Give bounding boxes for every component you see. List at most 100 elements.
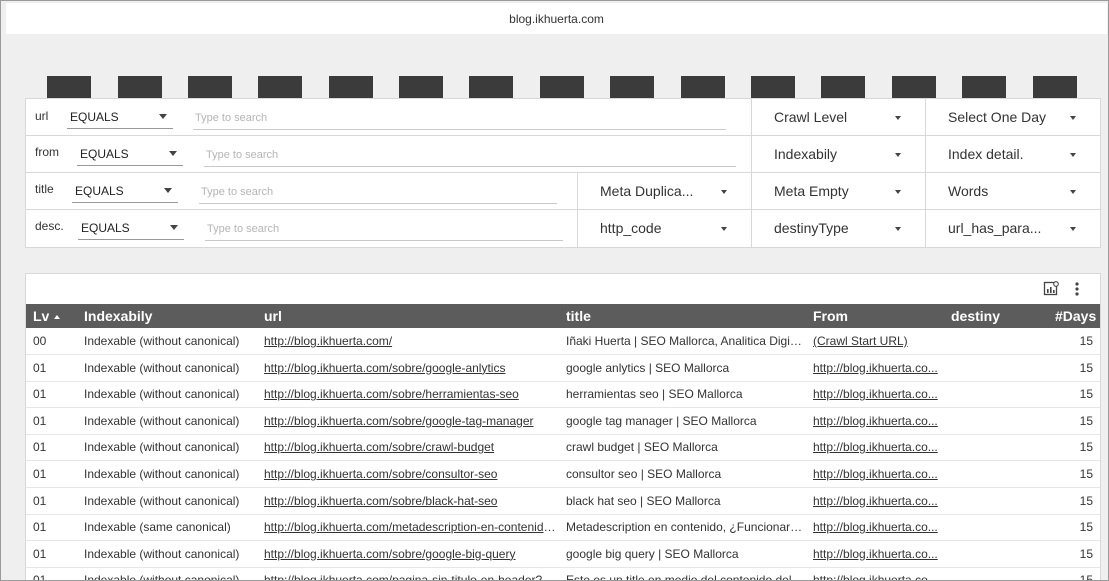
tab-2[interactable] [118,76,162,98]
table-row[interactable]: 01 Indexable (without canonical) http://bl… [26,541,1100,568]
cell-url[interactable]: http://blog.ikhuerta.com/sobre/google-ta… [264,414,556,428]
cell-url[interactable]: http://blog.ikhuerta.com/metadescription… [264,520,556,534]
column-header-destiny[interactable]: destiny [951,308,1000,324]
tab-7[interactable] [469,76,513,98]
tab-9[interactable] [610,76,654,98]
column-header-from[interactable]: From [813,308,848,324]
words-dropdown[interactable]: Words [926,173,1100,210]
tab-1[interactable] [47,76,91,98]
caret-down-icon [721,190,727,194]
tab-12[interactable] [821,76,865,98]
caret-down-icon [170,225,178,230]
table-row[interactable]: 01 Indexable (without canonical) http://bl… [26,381,1100,409]
tab-6[interactable] [399,76,443,98]
table-row[interactable]: 01 Indexable (without canonical) http://bl… [26,461,1100,488]
column-header-lv[interactable]: Lv [33,308,61,324]
cell-lv: 01 [33,360,47,375]
table-row[interactable]: 01 Indexable (same canonical) http://blog.… [26,514,1100,542]
cell-lv: 01 [33,573,47,581]
tab-3[interactable] [188,76,232,98]
crawl-level-dropdown[interactable]: Crawl Level [752,99,926,136]
title-search-input[interactable] [199,180,557,204]
table-row[interactable]: 01 Indexable (without canonical) http://bl… [26,488,1100,515]
http-code-dropdown[interactable]: http_code [578,210,752,247]
filter-label-from: from [35,145,59,159]
caret-down-icon [895,227,901,231]
from-search-input[interactable] [204,143,736,167]
cell-from[interactable]: (Crawl Start URL) [813,334,941,348]
column-header-indexabily[interactable]: Indexabily [84,308,152,324]
url-has-params-dropdown[interactable]: url_has_para... [926,210,1100,247]
cell-from[interactable]: http://blog.ikhuerta.co... [813,573,941,580]
indexabily-label: Indexabily [774,146,838,162]
title-operator-select[interactable]: EQUALS [72,179,178,203]
cell-title: Metadescription en contenido, ¿Funcionar… [566,520,804,535]
meta-duplicate-dropdown[interactable]: Meta Duplica... [578,173,752,210]
cell-url[interactable]: http://blog.ikhuerta.com/sobre/consultor… [264,467,556,481]
column-header-url[interactable]: url [264,308,282,324]
cell-indexabily: Indexable (without canonical) [84,334,240,348]
tab-11[interactable] [751,76,795,98]
chart-settings-icon[interactable] [1043,280,1059,298]
url-operator-value: EQUALS [70,110,119,124]
cell-url[interactable]: http://blog.ikhuerta.com/ [264,334,556,348]
sort-ascending-icon [54,315,61,320]
table-row[interactable]: 01 Indexable (without canonical) http://bl… [26,434,1100,462]
meta-empty-dropdown[interactable]: Meta Empty [752,173,926,210]
cell-url[interactable]: http://blog.ikhuerta.com/sobre/google-an… [264,361,556,375]
filter-row-desc: desc. EQUALS [26,210,578,247]
url-search-input[interactable] [193,106,726,130]
tab-14[interactable] [962,76,1006,98]
more-vert-icon[interactable] [1072,280,1082,298]
indexabily-dropdown[interactable]: Indexabily [752,136,926,173]
desc-search-input[interactable] [205,217,563,241]
from-operator-select[interactable]: EQUALS [77,142,183,166]
select-day-label: Select One Day [948,109,1047,125]
cell-indexabily: Indexable (without canonical) [84,440,240,455]
cell-url[interactable]: http://blog.ikhuerta.com/sobre/black-hat… [264,494,556,508]
words-label: Words [948,183,989,199]
desc-operator-select[interactable]: EQUALS [78,216,184,240]
cell-from[interactable]: http://blog.ikhuerta.co... [813,494,941,508]
cell-title: crawl budget | SEO Mallorca [566,440,718,455]
results-panel: Lv Indexabily url title From destiny #Da… [25,273,1101,581]
cell-url[interactable]: http://blog.ikhuerta.com/sobre/google-bi… [264,547,556,561]
cell-url[interactable]: http://blog.ikhuerta.com/sobre/herramien… [264,387,556,401]
cell-url[interactable]: http://blog.ikhuerta.com/sobre/crawl-bud… [264,440,556,454]
tab-15[interactable] [1033,76,1077,98]
cell-from[interactable]: http://blog.ikhuerta.co... [813,520,941,534]
cell-from[interactable]: http://blog.ikhuerta.co... [813,387,941,401]
cell-indexabily: Indexable (same canonical) [84,520,231,535]
caret-down-icon [895,116,901,120]
cell-from[interactable]: http://blog.ikhuerta.co... [813,414,941,428]
filter-row-from: from EQUALS [26,136,752,173]
tab-5[interactable] [329,76,373,98]
table-row[interactable]: 01 Indexable (without canonical) http://bl… [26,408,1100,435]
filter-row-title: title EQUALS [26,173,578,210]
column-header-days[interactable]: #Days [1055,308,1096,324]
cell-days: 15 [1079,493,1093,508]
cell-title: google anlytics | SEO Mallorca [566,360,730,375]
cell-from[interactable]: http://blog.ikhuerta.co... [813,440,941,454]
cell-from[interactable]: http://blog.ikhuerta.co... [813,361,941,375]
column-header-title[interactable]: title [566,308,591,324]
select-day-dropdown[interactable]: Select One Day [926,99,1100,136]
table-row[interactable]: 01 Indexable (without canonical) http://bl… [26,355,1100,382]
cell-url[interactable]: http://blog.ikhuerta.com/pagina-sin-titu… [264,573,556,580]
url-operator-select[interactable]: EQUALS [67,105,173,129]
cell-from[interactable]: http://blog.ikhuerta.co... [813,467,941,481]
table-row[interactable]: 00 Indexable (without canonical) http://bl… [26,328,1100,355]
cell-title: Este es un title en medio del contenido … [566,573,804,581]
index-detail-dropdown[interactable]: Index detail. [926,136,1100,173]
destiny-type-dropdown[interactable]: destinyType [752,210,926,247]
table-header: Lv Indexabily url title From destiny #Da… [26,304,1100,328]
tab-13[interactable] [892,76,936,98]
cell-indexabily: Indexable (without canonical) [84,413,240,428]
tab-10[interactable] [681,76,725,98]
tab-4[interactable] [258,76,302,98]
cell-from[interactable]: http://blog.ikhuerta.co... [813,547,941,561]
from-operator-value: EQUALS [80,147,129,161]
table-row[interactable]: 01 Indexable (without canonical) http://bl… [26,567,1100,581]
tab-8[interactable] [540,76,584,98]
cell-days: 15 [1079,440,1093,455]
